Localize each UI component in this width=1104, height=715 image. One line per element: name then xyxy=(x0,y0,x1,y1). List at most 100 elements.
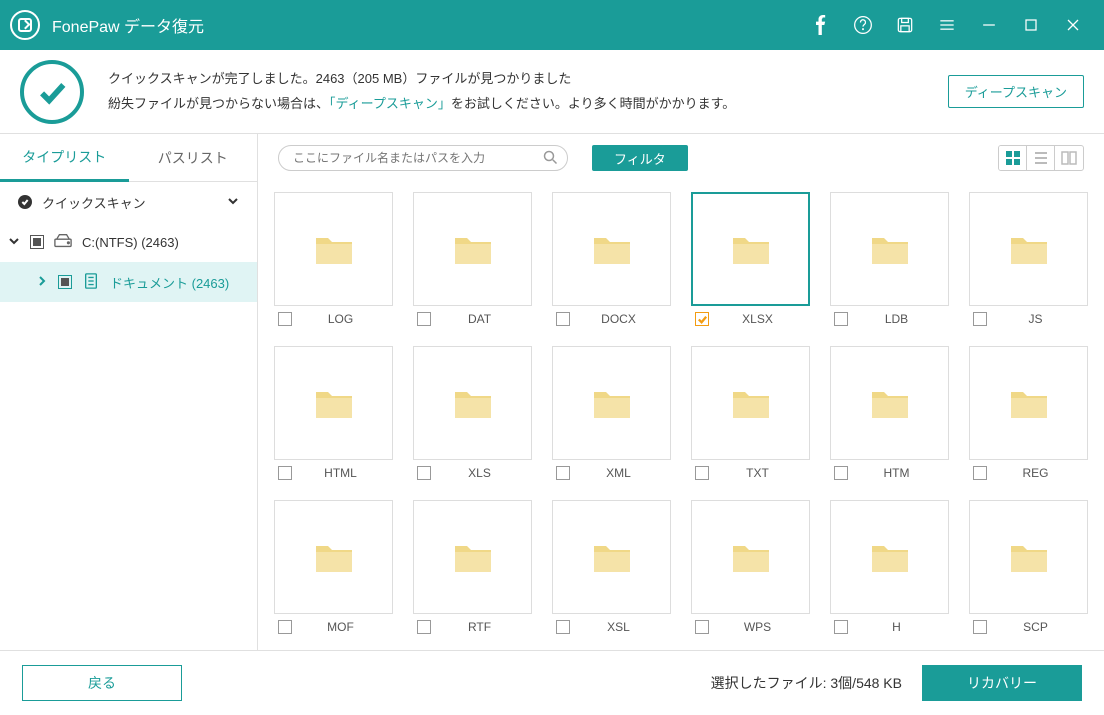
checkbox-partial-icon[interactable] xyxy=(58,275,72,289)
folder-name: JS xyxy=(983,312,1088,326)
folder-thumb[interactable] xyxy=(830,346,949,460)
view-grid-button[interactable] xyxy=(999,146,1027,170)
folder-label-row: H xyxy=(830,620,949,634)
folder-thumb[interactable] xyxy=(969,346,1088,460)
facebook-icon[interactable] xyxy=(800,0,842,50)
tab-path-list[interactable]: パスリスト xyxy=(129,134,258,182)
folder-thumb[interactable] xyxy=(552,192,671,306)
folder-card[interactable]: HTML xyxy=(274,346,393,480)
folder-thumb[interactable] xyxy=(274,500,393,614)
view-detail-button[interactable] xyxy=(1055,146,1083,170)
folder-thumb[interactable] xyxy=(274,192,393,306)
folder-card[interactable]: RTF xyxy=(413,500,532,634)
folder-grid: LOG DAT DOCX XLSX LDB JS HTML XLS XML TXT HTM REG MO… xyxy=(274,192,1088,634)
checkbox-partial-icon[interactable] xyxy=(30,235,44,249)
folder-card[interactable]: SCP xyxy=(969,500,1088,634)
chevron-right-icon[interactable] xyxy=(36,275,48,290)
folder-label-row: MOF xyxy=(274,620,393,634)
folder-thumb[interactable] xyxy=(969,500,1088,614)
content-area: フィルタ LOG DAT DOCX XLSX LDB JS HTML XLS XML TXT HTM… xyxy=(258,134,1104,650)
chevron-down-icon[interactable] xyxy=(8,235,20,250)
footer: 戻る 選択したファイル: 3個/548 KB リカバリー xyxy=(0,650,1104,715)
app-logo xyxy=(10,10,40,40)
folder-card[interactable]: TXT xyxy=(691,346,810,480)
folder-card[interactable]: MOF xyxy=(274,500,393,634)
folder-card[interactable]: DAT xyxy=(413,192,532,326)
folder-label-row: HTML xyxy=(274,466,393,480)
folder-name: DAT xyxy=(427,312,532,326)
folder-thumb[interactable] xyxy=(552,346,671,460)
selected-files-label: 選択したファイル: 3個/548 KB xyxy=(711,673,902,693)
folder-card[interactable]: DOCX xyxy=(552,192,671,326)
folder-thumb[interactable] xyxy=(830,192,949,306)
recover-button[interactable]: リカバリー xyxy=(922,665,1082,701)
folder-label-row: LDB xyxy=(830,312,949,326)
folder-name: SCP xyxy=(983,620,1088,634)
close-icon[interactable] xyxy=(1052,0,1094,50)
folder-thumb[interactable] xyxy=(413,192,532,306)
search-icon[interactable] xyxy=(543,150,558,170)
folder-name: WPS xyxy=(705,620,810,634)
maximize-icon[interactable] xyxy=(1010,0,1052,50)
help-icon[interactable] xyxy=(842,0,884,50)
folder-thumb[interactable] xyxy=(413,500,532,614)
folder-card[interactable]: XML xyxy=(552,346,671,480)
drive-icon xyxy=(54,233,72,252)
folder-card[interactable]: XLSX xyxy=(691,192,810,326)
folder-label-row: LOG xyxy=(274,312,393,326)
folder-label-row: TXT xyxy=(691,466,810,480)
chevron-down-icon[interactable] xyxy=(227,195,239,210)
tree-quick-scan[interactable]: クイックスキャン xyxy=(0,182,257,222)
folder-card[interactable]: WPS xyxy=(691,500,810,634)
folder-card[interactable]: LDB xyxy=(830,192,949,326)
tab-type-list[interactable]: タイプリスト xyxy=(0,134,129,182)
tree-documents[interactable]: ドキュメント (2463) xyxy=(0,262,257,302)
folder-card[interactable]: H xyxy=(830,500,949,634)
menu-icon[interactable] xyxy=(926,0,968,50)
deep-scan-button[interactable]: ディープスキャン xyxy=(948,75,1084,108)
status-text: クイックスキャンが完了しました。2463（205 MB）ファイルが見つかりました… xyxy=(108,67,948,116)
tree-drive[interactable]: C:(NTFS) (2463) xyxy=(0,222,257,262)
folder-name: RTF xyxy=(427,620,532,634)
status-line2: 紛失ファイルが見つからない場合は、「ディープスキャン」をお試しください。より多く… xyxy=(108,92,948,117)
app-title: FonePaw データ復元 xyxy=(52,13,204,37)
folder-label-row: XSL xyxy=(552,620,671,634)
folder-name: LOG xyxy=(288,312,393,326)
search-box xyxy=(278,145,568,171)
folder-thumb[interactable] xyxy=(691,192,810,306)
folder-card[interactable]: JS xyxy=(969,192,1088,326)
folder-label-row: JS xyxy=(969,312,1088,326)
folder-thumb[interactable] xyxy=(969,192,1088,306)
folder-card[interactable]: LOG xyxy=(274,192,393,326)
folder-card[interactable]: XSL xyxy=(552,500,671,634)
folder-name: MOF xyxy=(288,620,393,634)
folder-grid-wrap[interactable]: LOG DAT DOCX XLSX LDB JS HTML XLS XML TXT HTM REG MO… xyxy=(258,182,1104,650)
folder-thumb[interactable] xyxy=(552,500,671,614)
minimize-icon[interactable] xyxy=(968,0,1010,50)
folder-name: XLS xyxy=(427,466,532,480)
folder-name: DOCX xyxy=(566,312,671,326)
folder-label-row: DOCX xyxy=(552,312,671,326)
folder-name: HTM xyxy=(844,466,949,480)
search-input[interactable] xyxy=(278,145,568,171)
tree: クイックスキャン C:(NTFS) (2463) ドキュメント (2463) xyxy=(0,182,257,650)
filter-button[interactable]: フィルタ xyxy=(592,145,688,171)
view-list-button[interactable] xyxy=(1027,146,1055,170)
folder-thumb[interactable] xyxy=(691,500,810,614)
folder-label-row: WPS xyxy=(691,620,810,634)
save-icon[interactable] xyxy=(884,0,926,50)
status-bar: クイックスキャンが完了しました。2463（205 MB）ファイルが見つかりました… xyxy=(0,50,1104,134)
status-line1: クイックスキャンが完了しました。2463（205 MB）ファイルが見つかりました xyxy=(108,67,948,92)
folder-card[interactable]: REG xyxy=(969,346,1088,480)
folder-label-row: REG xyxy=(969,466,1088,480)
folder-label-row: SCP xyxy=(969,620,1088,634)
toolbar: フィルタ xyxy=(258,134,1104,182)
folder-thumb[interactable] xyxy=(691,346,810,460)
folder-card[interactable]: HTM xyxy=(830,346,949,480)
back-button[interactable]: 戻る xyxy=(22,665,182,701)
folder-thumb[interactable] xyxy=(830,500,949,614)
folder-thumb[interactable] xyxy=(413,346,532,460)
folder-card[interactable]: XLS xyxy=(413,346,532,480)
deep-scan-link[interactable]: 「ディープスキャン」 xyxy=(329,96,451,111)
folder-thumb[interactable] xyxy=(274,346,393,460)
